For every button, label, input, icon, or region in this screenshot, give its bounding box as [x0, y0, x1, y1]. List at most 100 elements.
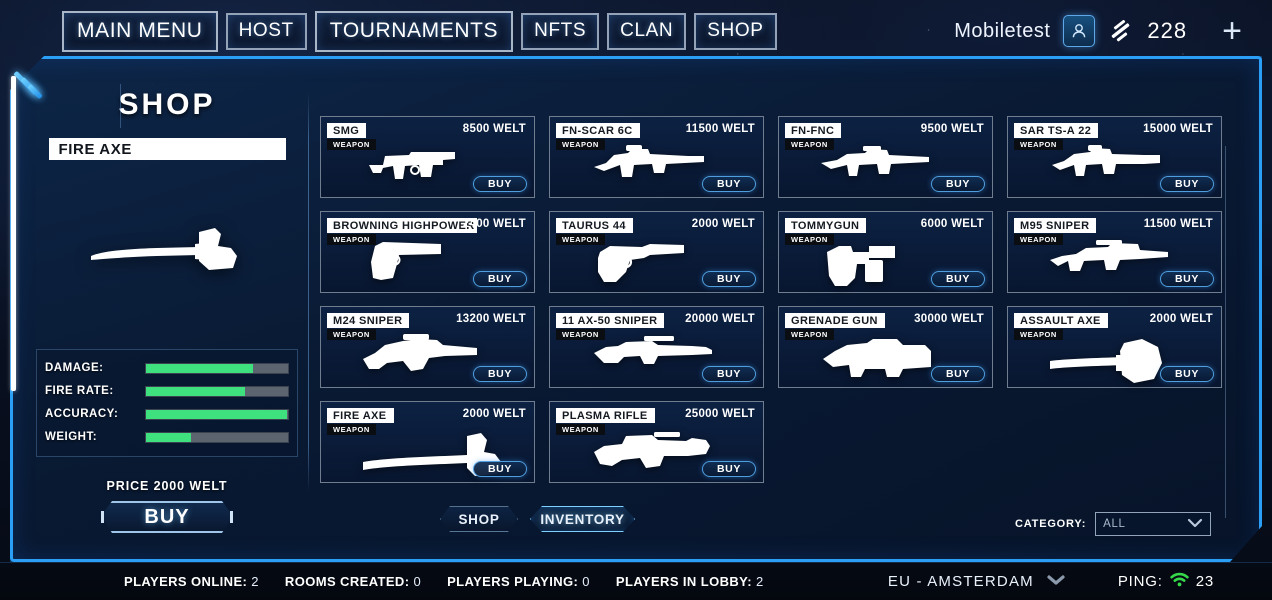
players-playing-label: PLAYERS PLAYING:: [447, 574, 578, 589]
welt-currency-icon: [1108, 20, 1134, 42]
shop-item-buy-button[interactable]: BUY: [1160, 176, 1214, 192]
user-icon[interactable]: [1063, 15, 1095, 47]
ping-label: PING:: [1118, 573, 1163, 590]
stat-row-damage: DAMAGE:: [45, 359, 289, 377]
shop-item-card[interactable]: GRENADE GUN30000 WELTWEAPONBUY: [778, 306, 993, 388]
shop-item-name: FIRE AXE: [327, 408, 394, 423]
players-online-value: 2: [251, 574, 259, 589]
shop-item-name: SMG: [327, 123, 366, 138]
shop-item-name: M24 SNIPER: [327, 313, 409, 328]
nav-tournaments[interactable]: TOURNAMENTS: [315, 11, 513, 52]
shop-item-card[interactable]: FN-FNC9500 WELTWEAPONBUY: [778, 116, 993, 198]
shop-item-price: 2000 WELT: [692, 218, 755, 230]
item-detail-sidebar: SHOP FIRE AXE DAMAGE:: [32, 86, 302, 536]
nav-shop[interactable]: SHOP: [694, 13, 776, 50]
shop-item-card[interactable]: TAURUS 442000 WELTWEAPONBUY: [549, 211, 764, 293]
rooms-created-value: 0: [413, 574, 421, 589]
shop-item-price: 8500 WELT: [463, 123, 526, 135]
shop-item-card[interactable]: 11 AX-50 SNIPER20000 WELTWEAPONBUY: [549, 306, 764, 388]
stat-row-fire-rate: FIRE RATE:: [45, 382, 289, 400]
shop-item-price: 20000 WELT: [685, 313, 755, 325]
shop-item-buy-button[interactable]: BUY: [702, 176, 756, 192]
shop-item-price: 11500 WELT: [686, 123, 755, 135]
nav-nfts[interactable]: NFTS: [521, 13, 599, 50]
buy-button-label: BUY: [144, 506, 189, 529]
shop-item-name: SAR TS-A 22: [1014, 123, 1098, 138]
shop-item-name: M95 SNIPER: [1014, 218, 1096, 233]
shop-inventory-tabs: SHOP INVENTORY: [440, 506, 670, 536]
tab-shop[interactable]: SHOP: [440, 506, 518, 532]
ping-indicator: PING: 23: [1118, 572, 1214, 591]
players-in-lobby-label: PLAYERS IN LOBBY:: [616, 574, 752, 589]
shop-item-price: 6000 WELT: [921, 218, 984, 230]
shop-item-name: BROWNING HIGHPOWER: [327, 218, 477, 233]
region-selector[interactable]: EU - AMSTERDAM: [888, 573, 1066, 590]
category-select[interactable]: ALL: [1095, 512, 1211, 536]
shop-item-price: 2000 WELT: [463, 408, 526, 420]
fire-axe-icon: [87, 216, 247, 291]
shop-item-buy-button[interactable]: BUY: [1160, 271, 1214, 287]
category-filter: CATEGORY: ALL: [1015, 512, 1211, 536]
players-playing-stat: PLAYERS PLAYING: 0: [447, 574, 590, 589]
category-selected-value: ALL: [1103, 518, 1187, 530]
shop-item-name: TAURUS 44: [556, 218, 633, 233]
shop-item-buy-button[interactable]: BUY: [1160, 366, 1214, 382]
shop-item-buy-button[interactable]: BUY: [473, 366, 527, 382]
category-label: CATEGORY:: [1015, 518, 1086, 530]
ping-value: 23: [1196, 573, 1214, 590]
nav-host[interactable]: HOST: [226, 13, 307, 50]
shop-item-card[interactable]: SAR TS-A 2215000 WELTWEAPONBUY: [1007, 116, 1222, 198]
shop-item-name: FN-SCAR 6C: [556, 123, 640, 138]
username-label: Mobiletest: [954, 20, 1050, 43]
stat-row-weight: WEIGHT:: [45, 428, 289, 446]
stat-bar-damage: [145, 363, 289, 374]
region-label: EU - AMSTERDAM: [888, 573, 1034, 590]
add-currency-button[interactable]: +: [1222, 14, 1242, 48]
shop-item-buy-button[interactable]: BUY: [931, 366, 985, 382]
shop-item-name: GRENADE GUN: [785, 313, 885, 328]
shop-item-price: 13200 WELT: [456, 313, 526, 325]
shop-item-grid: SMG8500 WELTWEAPONBUYFN-SCAR 6C11500 WEL…: [320, 116, 1230, 483]
shop-item-buy-button[interactable]: BUY: [931, 271, 985, 287]
shop-item-buy-button[interactable]: BUY: [473, 461, 527, 477]
shop-item-buy-button[interactable]: BUY: [702, 461, 756, 477]
main-panel-frame: SHOP FIRE AXE DAMAGE:: [10, 56, 1262, 562]
shop-item-card[interactable]: TOMMYGUN6000 WELTWEAPONBUY: [778, 211, 993, 293]
players-online-label: PLAYERS ONLINE:: [124, 574, 247, 589]
shop-item-price: 30000 WELT: [914, 313, 984, 325]
rooms-created-label: ROOMS CREATED:: [285, 574, 410, 589]
nav-main-menu[interactable]: MAIN MENU: [62, 11, 218, 52]
players-in-lobby-stat: PLAYERS IN LOBBY: 2: [616, 574, 764, 589]
shop-item-buy-button[interactable]: BUY: [473, 271, 527, 287]
grid-scrollbar-thumb[interactable]: [11, 76, 16, 391]
content-divider: [308, 92, 309, 492]
grid-scrollbar-track[interactable]: [1222, 146, 1230, 518]
shop-item-card[interactable]: ASSAULT AXE2000 WELTWEAPONBUY: [1007, 306, 1222, 388]
rooms-created-stat: ROOMS CREATED: 0: [285, 574, 421, 589]
shop-item-card[interactable]: SMG8500 WELTWEAPONBUY: [320, 116, 535, 198]
shop-item-card[interactable]: BROWNING HIGHPOWER2400 WELTWEAPONBUY: [320, 211, 535, 293]
shop-item-card[interactable]: M24 SNIPER13200 WELTWEAPONBUY: [320, 306, 535, 388]
shop-item-name: 11 AX-50 SNIPER: [556, 313, 664, 328]
server-stats-group: PLAYERS ONLINE: 2 ROOMS CREATED: 0 PLAYE…: [124, 574, 764, 589]
shop-item-buy-button[interactable]: BUY: [473, 176, 527, 192]
shop-item-card[interactable]: PLASMA RIFLE25000 WELTWEAPONBUY: [549, 401, 764, 483]
shop-item-price: 2400 WELT: [463, 218, 526, 230]
sidebar-divider: [120, 84, 121, 128]
nav-clan[interactable]: CLAN: [607, 13, 686, 50]
shop-item-card[interactable]: FN-SCAR 6C11500 WELTWEAPONBUY: [549, 116, 764, 198]
tab-inventory[interactable]: INVENTORY: [530, 506, 635, 532]
players-online-stat: PLAYERS ONLINE: 2: [124, 574, 259, 589]
shop-item-buy-button[interactable]: BUY: [702, 366, 756, 382]
nav-button-group: MAIN MENU HOST TOURNAMENTS NFTS CLAN SHO…: [62, 11, 777, 52]
stat-label-damage: DAMAGE:: [45, 362, 145, 374]
shop-item-card[interactable]: M95 SNIPER11500 WELTWEAPONBUY: [1007, 211, 1222, 293]
page-title: SHOP: [32, 88, 302, 122]
shop-item-card[interactable]: FIRE AXE2000 WELTWEAPONBUY: [320, 401, 535, 483]
user-account-area: Mobiletest 228 +: [954, 14, 1242, 48]
buy-button[interactable]: BUY: [101, 501, 233, 533]
shop-item-buy-button[interactable]: BUY: [931, 176, 985, 192]
top-navigation-bar: MAIN MENU HOST TOURNAMENTS NFTS CLAN SHO…: [0, 0, 1272, 62]
shop-item-grid-scroll-area[interactable]: SMG8500 WELTWEAPONBUYFN-SCAR 6C11500 WEL…: [320, 116, 1230, 516]
shop-item-buy-button[interactable]: BUY: [702, 271, 756, 287]
